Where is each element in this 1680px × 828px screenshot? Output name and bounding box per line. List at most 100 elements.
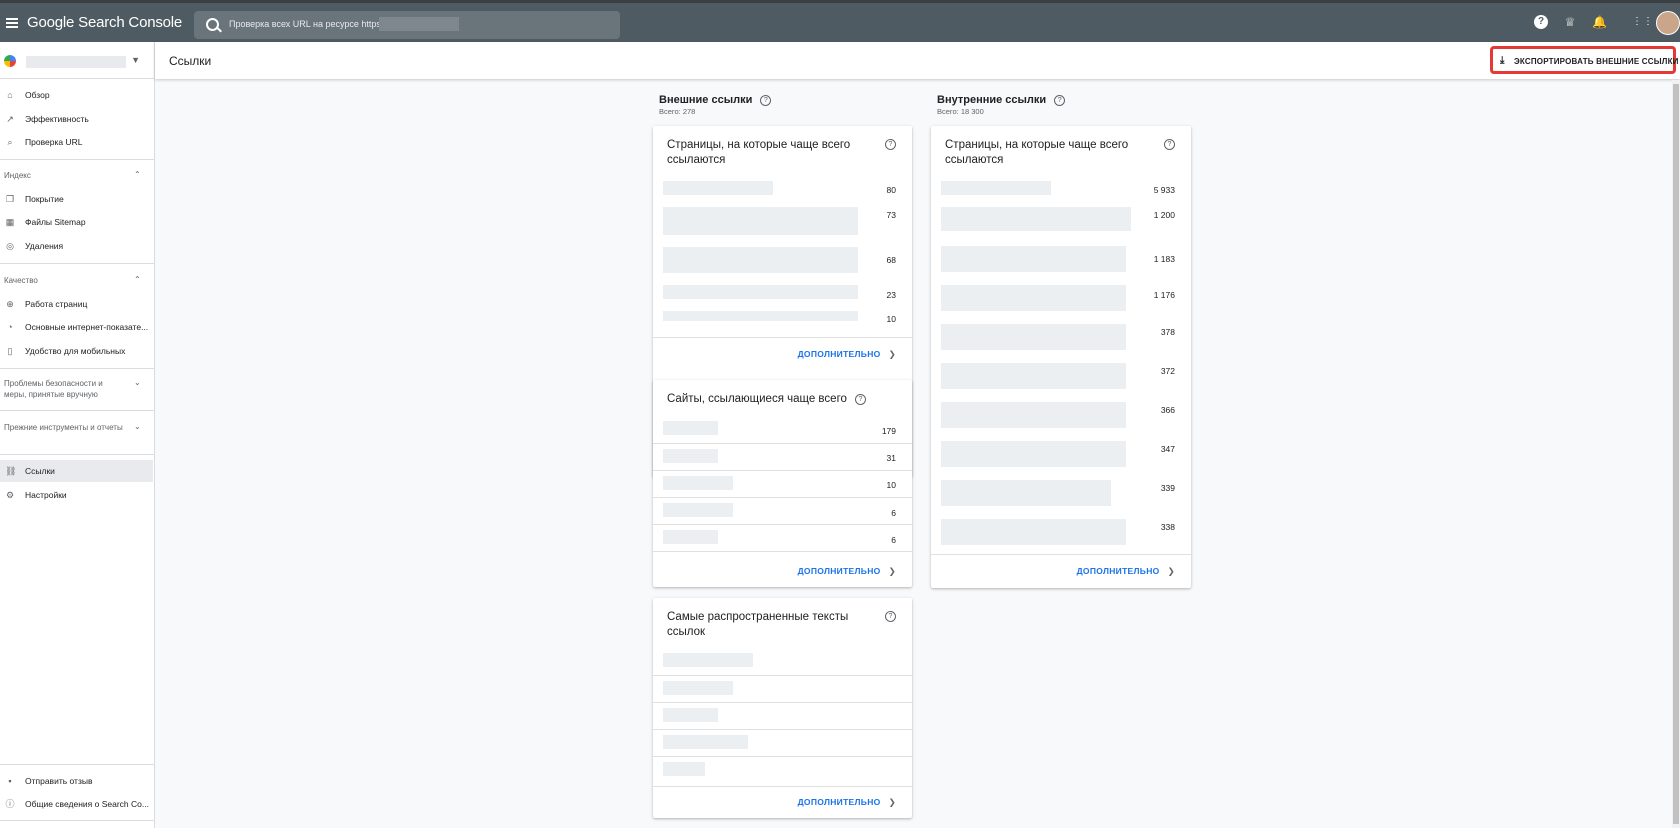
gauge-icon: ◔	[7, 322, 13, 332]
chevron-right-icon: ❯	[888, 566, 896, 576]
help-icon[interactable]: ?	[1534, 15, 1548, 29]
chevron-right-icon: ❯	[1167, 566, 1175, 576]
internal-links-total: Всего: 18 300	[937, 107, 984, 116]
table-row[interactable]: 6	[653, 524, 912, 552]
search-icon: ⌕	[7, 137, 13, 147]
help-icon[interactable]: ?	[760, 95, 772, 106]
card-external-top-sites: Сайты, ссылающиеся чаще всего? 179 31 10…	[653, 380, 912, 587]
search-icon	[206, 18, 219, 31]
sidebar-item-settings[interactable]: ⚙ Настройки	[0, 484, 153, 506]
scrollbar[interactable]	[1672, 80, 1680, 828]
page-experience-icon: ⊕	[6, 299, 14, 309]
table-row[interactable]	[653, 702, 912, 730]
table-row[interactable]: 366	[931, 397, 1191, 436]
help-icon[interactable]: ?	[1164, 139, 1175, 150]
mobile-icon: ▯	[7, 346, 13, 356]
table-row[interactable]: 338	[931, 514, 1191, 553]
sidebar-item-performance[interactable]: ↗ Эффективность	[0, 108, 153, 130]
card-external-top-texts: Самые распространенные тексты ссылок ? Д…	[653, 598, 912, 818]
page-title: Ссылки	[169, 54, 212, 68]
avatar[interactable]	[1656, 11, 1680, 35]
export-label: ЭКСПОРТИРОВАТЬ ВНЕШНИЕ ССЫЛКИ	[1514, 57, 1679, 66]
sidebar-item-removals[interactable]: ◎ Удаления	[0, 235, 153, 257]
table-row[interactable]: 80	[653, 176, 912, 202]
chevron-down-icon[interactable]: ⌄	[134, 422, 141, 431]
table-row[interactable]: 372	[931, 358, 1191, 397]
sidebar-item-page-experience[interactable]: ⊕ Работа страниц	[0, 293, 153, 315]
sitemap-icon: ▦	[5, 217, 15, 227]
sidebar-item-mobile-usability[interactable]: ▯ Удобство для мобильных	[0, 340, 153, 362]
table-row[interactable]: 1 200	[931, 202, 1191, 241]
table-row[interactable]: 68	[653, 242, 912, 280]
scrollbar-thumb[interactable]	[1673, 84, 1679, 824]
chevron-up-icon[interactable]: ⌃	[134, 275, 141, 284]
table-row[interactable]	[653, 756, 912, 784]
menu-icon[interactable]	[6, 18, 18, 28]
trend-icon: ↗	[6, 114, 14, 124]
chevron-up-icon[interactable]: ⌃	[134, 170, 141, 179]
search-placeholder: Проверка всех URL на ресурсе https	[229, 19, 381, 29]
more-button[interactable]: ДОПОЛНИТЕЛЬНО ❯	[798, 797, 896, 808]
table-row[interactable]	[653, 675, 912, 703]
table-row[interactable]: 31	[653, 443, 912, 471]
top-bar: Google Search Console Проверка всех URL …	[0, 0, 1680, 42]
section-legacy[interactable]: Прежние инструменты и отчеты	[4, 422, 124, 433]
card-title: Страницы, на которые чаще всего ссылаютс…	[945, 139, 1129, 166]
more-button[interactable]: ДОПОЛНИТЕЛЬНО ❯	[1077, 566, 1175, 577]
property-name-blur	[26, 56, 126, 68]
page-header: Ссылки ⤓ ЭКСПОРТИРОВАТЬ ВНЕШНИЕ ССЫЛКИ	[155, 42, 1680, 79]
internal-links-title: Внутренние ссылки?	[937, 94, 1066, 106]
more-button[interactable]: ДОПОЛНИТЕЛЬНО ❯	[798, 566, 896, 577]
help-icon[interactable]: ?	[885, 139, 896, 150]
search-url-blur	[379, 17, 459, 31]
sidebar-item-links[interactable]: ⛓ Ссылки	[0, 460, 153, 482]
download-icon: ⤓	[1500, 55, 1505, 66]
table-row[interactable]: 339	[931, 475, 1191, 514]
card-title: Страницы, на которые чаще всего ссылаютс…	[667, 139, 851, 166]
table-row[interactable]: 347	[931, 436, 1191, 475]
app-logo[interactable]: Google Search Console	[27, 14, 182, 31]
help-icon[interactable]: ?	[885, 611, 896, 622]
section-quality[interactable]: Качество	[4, 275, 124, 286]
more-button[interactable]: ДОПОЛНИТЕЛЬНО ❯	[798, 349, 896, 360]
table-row[interactable]: 73	[653, 202, 912, 242]
card-title: Самые распространенные тексты ссылок	[667, 611, 849, 638]
sidebar-item-web-vitals[interactable]: ◔ Основные интернет-показате...	[0, 316, 153, 338]
table-row[interactable]: 179	[653, 416, 912, 443]
sidebar-item-about[interactable]: ⓘ Общие сведения о Search Co...	[0, 793, 153, 815]
table-row[interactable]: 10	[653, 470, 912, 498]
table-row[interactable]: 6	[653, 497, 912, 525]
table-row[interactable]	[653, 648, 912, 675]
home-icon: ⌂	[7, 90, 13, 100]
gear-icon: ⚙	[5, 490, 15, 500]
bell-icon[interactable]: 🔔	[1592, 15, 1607, 29]
help-icon[interactable]: ?	[1054, 95, 1066, 106]
table-row[interactable]: 1 176	[931, 280, 1191, 319]
sidebar: ▼ ⌂ Обзор ↗ Эффективность ⌕ Проверка URL…	[0, 42, 155, 828]
table-row[interactable]: 378	[931, 319, 1191, 358]
section-security[interactable]: Проблемы безопасности и меры, принятые в…	[4, 378, 124, 400]
chevron-down-icon[interactable]: ⌄	[134, 378, 141, 387]
info-icon: ⓘ	[5, 799, 15, 809]
table-row[interactable]: 23	[653, 280, 912, 306]
sidebar-item-coverage[interactable]: ❐ Покрытие	[0, 188, 153, 210]
section-index[interactable]: Индекс	[4, 170, 124, 181]
table-row[interactable]: 1 183	[931, 241, 1191, 280]
people-icon[interactable]: ♕	[1563, 15, 1577, 29]
external-links-total: Всего: 278	[659, 107, 696, 116]
apps-icon[interactable]: ⋮⋮⋮	[1632, 15, 1664, 29]
help-icon[interactable]: ?	[854, 394, 866, 405]
links-icon: ⛓	[5, 466, 17, 476]
table-row[interactable]: 10	[653, 306, 912, 332]
table-row[interactable]: 5 933	[931, 176, 1191, 202]
card-title: Сайты, ссылающиеся чаще всего?	[667, 392, 887, 407]
chevron-right-icon: ❯	[888, 349, 896, 359]
sidebar-item-sitemaps[interactable]: ▦ Файлы Sitemap	[0, 211, 153, 233]
export-external-links-button[interactable]: ⤓ ЭКСПОРТИРОВАТЬ ВНЕШНИЕ ССЫЛКИ	[1490, 46, 1679, 74]
table-row[interactable]	[653, 729, 912, 757]
sidebar-item-feedback[interactable]: ▪ Отправить отзыв	[0, 770, 153, 792]
property-selector[interactable]: ▼	[4, 52, 144, 72]
search-input[interactable]: Проверка всех URL на ресурсе https	[194, 11, 620, 39]
sidebar-item-overview[interactable]: ⌂ Обзор	[0, 84, 153, 106]
sidebar-item-url-inspection[interactable]: ⌕ Проверка URL	[0, 131, 153, 153]
